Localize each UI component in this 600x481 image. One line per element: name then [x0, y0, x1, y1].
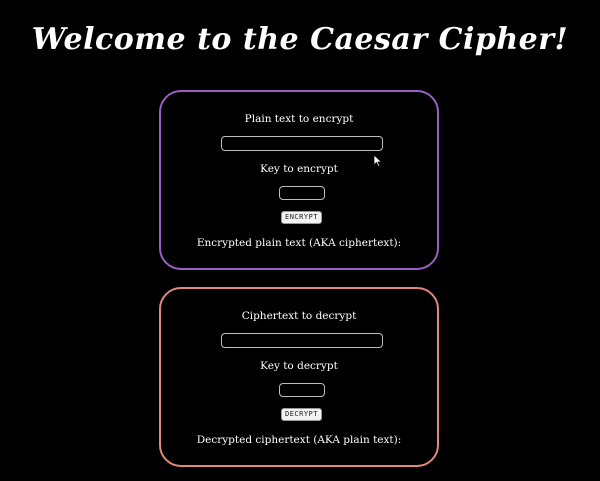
page-title: Welcome to the Caesar Cipher!: [31, 22, 569, 57]
plaintext-result-label: Decrypted ciphertext (AKA plain text):: [196, 434, 402, 446]
decrypt-key-label: Key to decrypt: [260, 360, 338, 372]
ciphertext-result-label: Encrypted plain text (AKA ciphertext):: [196, 237, 402, 249]
decrypt-panel: Ciphertext to decrypt Key to decrypt DEC…: [159, 287, 439, 467]
decrypt-button[interactable]: DECRYPT: [281, 408, 322, 421]
plain-text-label: Plain text to encrypt: [244, 113, 354, 125]
encrypt-panel: Plain text to encrypt Key to encrypt ENC…: [159, 90, 439, 270]
plain-text-input[interactable]: [221, 136, 383, 151]
ciphertext-label: Ciphertext to decrypt: [241, 310, 357, 322]
mouse-pointer-icon: [373, 154, 383, 168]
encrypt-key-input[interactable]: [279, 186, 325, 200]
decrypt-key-input[interactable]: [279, 383, 325, 397]
encrypt-key-label: Key to encrypt: [260, 163, 338, 175]
encrypt-button[interactable]: ENCRYPT: [281, 211, 322, 224]
ciphertext-input[interactable]: [221, 333, 383, 348]
